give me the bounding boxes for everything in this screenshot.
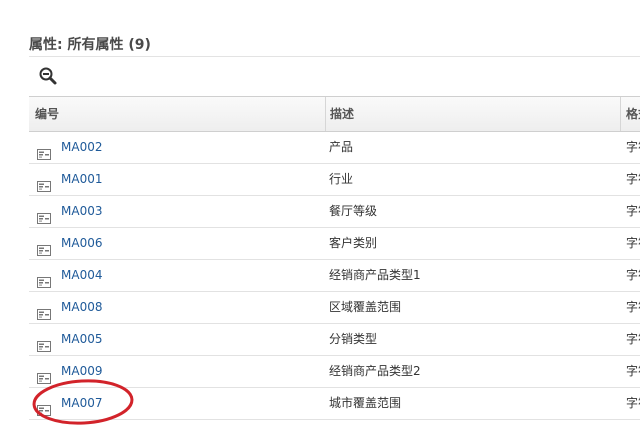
cell-format: 字符 — [626, 172, 640, 186]
attribute-icon — [37, 333, 51, 352]
attribute-icon — [37, 269, 51, 288]
cell-code: MA005 — [37, 324, 317, 355]
table-row[interactable]: MA001 行业 字符 — [29, 164, 640, 196]
attribute-code-link[interactable]: MA001 — [61, 172, 102, 186]
cell-description: 经销商产品类型2 — [329, 364, 421, 378]
cell-description: 餐厅等级 — [329, 204, 378, 218]
table-row[interactable]: MA002 产品 字符 — [29, 132, 640, 164]
header-divider — [29, 56, 640, 57]
cell-format: 字符 — [626, 300, 640, 314]
cell-format: 字符 — [626, 236, 640, 250]
cell-format: 字符 — [626, 204, 640, 218]
cell-description: 客户类别 — [329, 236, 378, 250]
attribute-icon — [37, 301, 51, 320]
cell-code: MA009 — [37, 356, 317, 387]
cell-description: 区域覆盖范围 — [329, 300, 402, 314]
attribute-code-link[interactable]: MA003 — [61, 204, 102, 218]
attribute-icon — [37, 237, 51, 256]
zoom-out-button[interactable] — [38, 66, 58, 86]
page-title: 属性: 所有属性 (9) — [29, 37, 151, 53]
cell-description: 城市覆盖范围 — [329, 396, 402, 410]
table-row[interactable]: MA009 经销商产品类型2 字符 — [29, 356, 640, 388]
table-row[interactable]: MA003 餐厅等级 字符 — [29, 196, 640, 228]
cell-code: MA008 — [37, 292, 317, 323]
zoom-out-icon — [39, 67, 57, 85]
cell-format: 字符 — [626, 268, 640, 282]
cell-description: 经销商产品类型1 — [329, 268, 421, 282]
attribute-icon — [37, 173, 51, 192]
cell-code: MA004 — [37, 260, 317, 291]
attribute-code-link[interactable]: MA007 — [61, 396, 102, 410]
cell-code: MA003 — [37, 196, 317, 227]
column-header-description[interactable]: 描述 — [325, 97, 620, 131]
table-row[interactable]: MA004 经销商产品类型1 字符 — [29, 260, 640, 292]
attribute-code-link[interactable]: MA008 — [61, 300, 102, 314]
table-header: 编号 描述 格式 — [29, 97, 640, 132]
attribute-code-link[interactable]: MA006 — [61, 236, 102, 250]
attribute-icon — [37, 205, 51, 224]
column-header-code[interactable]: 编号 — [29, 97, 325, 131]
column-header-format[interactable]: 格式 — [620, 97, 640, 131]
cell-description: 行业 — [329, 172, 354, 186]
attribute-icon — [37, 365, 51, 384]
attribute-code-link[interactable]: MA005 — [61, 332, 102, 346]
cell-description: 分销类型 — [329, 332, 378, 346]
cell-format: 字符 — [626, 140, 640, 154]
attribute-code-link[interactable]: MA002 — [61, 140, 102, 154]
attribute-icon — [37, 397, 51, 416]
cell-code: MA007 — [37, 388, 317, 419]
table-row[interactable]: MA006 客户类别 字符 — [29, 228, 640, 260]
table-row[interactable]: MA007 城市覆盖范围 字符 — [29, 388, 640, 420]
cell-format: 字符 — [626, 364, 640, 378]
cell-format: 字符 — [626, 396, 640, 410]
cell-description: 产品 — [329, 140, 354, 154]
cell-format: 字符 — [626, 332, 640, 346]
table-body: MA002产品字符MA001行业字符MA003餐厅等级字符MA006客户类别字符… — [29, 132, 640, 420]
table-row[interactable]: MA008 区域覆盖范围 字符 — [29, 292, 640, 324]
cell-code: MA001 — [37, 164, 317, 195]
attribute-code-link[interactable]: MA004 — [61, 268, 102, 282]
attribute-icon — [37, 141, 51, 160]
table-row[interactable]: MA005 分销类型 字符 — [29, 324, 640, 356]
cell-code: MA002 — [37, 132, 317, 163]
attribute-code-link[interactable]: MA009 — [61, 364, 102, 378]
cell-code: MA006 — [37, 228, 317, 259]
attributes-table: 编号 描述 格式 MA002产品字符MA001行业字符MA003餐厅等级字符MA… — [29, 96, 640, 420]
